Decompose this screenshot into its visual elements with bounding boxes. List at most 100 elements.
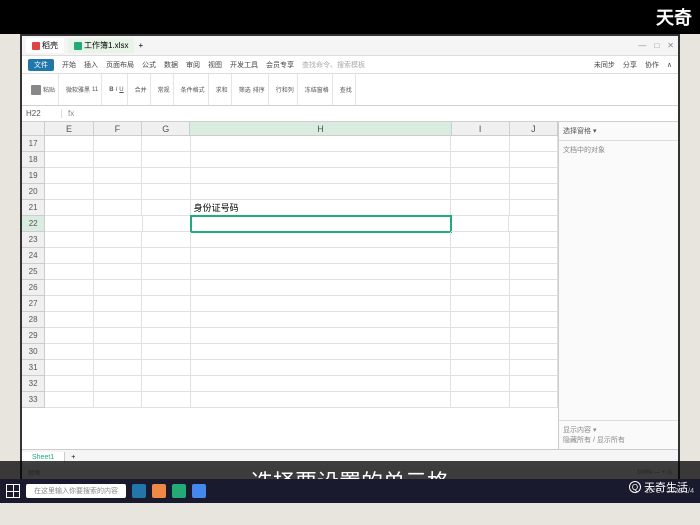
- cell-G33[interactable]: [142, 392, 190, 408]
- cell-H33[interactable]: [191, 392, 452, 408]
- cell-J32[interactable]: [510, 376, 558, 392]
- filter-button[interactable]: 筛选: [239, 85, 251, 94]
- row-header[interactable]: 17: [22, 136, 45, 152]
- cell-E23[interactable]: [45, 232, 93, 248]
- cell-H17[interactable]: [191, 136, 452, 152]
- cell-G17[interactable]: [142, 136, 190, 152]
- cell-F31[interactable]: [94, 360, 142, 376]
- cell-G32[interactable]: [142, 376, 190, 392]
- cell-I25[interactable]: [451, 264, 509, 280]
- font-selector[interactable]: 微软雅黑: [66, 85, 90, 94]
- cell-F27[interactable]: [94, 296, 142, 312]
- cell-F22[interactable]: [94, 216, 143, 232]
- cell-G19[interactable]: [142, 168, 190, 184]
- cell-I27[interactable]: [451, 296, 509, 312]
- cell-I21[interactable]: [451, 200, 509, 216]
- cell-H23[interactable]: [191, 232, 452, 248]
- cell-E29[interactable]: [45, 328, 93, 344]
- cell-H31[interactable]: [191, 360, 452, 376]
- cell-G21[interactable]: [142, 200, 190, 216]
- row-header[interactable]: 26: [22, 280, 45, 296]
- cell-J24[interactable]: [510, 248, 558, 264]
- cell-J28[interactable]: [510, 312, 558, 328]
- cell-J27[interactable]: [510, 296, 558, 312]
- maximize-button[interactable]: □: [654, 41, 659, 50]
- row-header[interactable]: 33: [22, 392, 45, 408]
- menu-view[interactable]: 视图: [208, 60, 222, 70]
- cell-H32[interactable]: [191, 376, 452, 392]
- cell-F23[interactable]: [94, 232, 142, 248]
- sort-button[interactable]: 排序: [253, 85, 265, 94]
- row-header[interactable]: 28: [22, 312, 45, 328]
- cell-F26[interactable]: [94, 280, 142, 296]
- cell-F24[interactable]: [94, 248, 142, 264]
- cell-E32[interactable]: [45, 376, 93, 392]
- col-header-f[interactable]: F: [94, 122, 142, 135]
- row-header[interactable]: 18: [22, 152, 45, 168]
- row-header[interactable]: 31: [22, 360, 45, 376]
- row-header[interactable]: 19: [22, 168, 45, 184]
- cell-F32[interactable]: [94, 376, 142, 392]
- find-button[interactable]: 查找: [340, 85, 352, 94]
- menu-dev[interactable]: 开发工具: [230, 60, 258, 70]
- start-button[interactable]: [6, 484, 20, 498]
- cell-H22[interactable]: [190, 215, 452, 233]
- cell-E33[interactable]: [45, 392, 93, 408]
- cell-G28[interactable]: [142, 312, 190, 328]
- cell-J21[interactable]: [510, 200, 558, 216]
- cell-H29[interactable]: [191, 328, 452, 344]
- rowcol-button[interactable]: 行和列: [276, 85, 294, 94]
- cell-H24[interactable]: [191, 248, 452, 264]
- cell-I28[interactable]: [451, 312, 509, 328]
- paste-button[interactable]: 粘贴: [43, 85, 55, 94]
- cell-G24[interactable]: [142, 248, 190, 264]
- cell-I26[interactable]: [451, 280, 509, 296]
- taskbar-app-icon[interactable]: [172, 484, 186, 498]
- panel-header[interactable]: 选择窗格 ▾: [559, 122, 678, 141]
- cell-F21[interactable]: [94, 200, 142, 216]
- cell-F18[interactable]: [94, 152, 142, 168]
- cell-J26[interactable]: [510, 280, 558, 296]
- cell-E25[interactable]: [45, 264, 93, 280]
- row-header[interactable]: 22: [22, 216, 45, 232]
- row-header[interactable]: 29: [22, 328, 45, 344]
- underline-button[interactable]: U: [119, 87, 123, 93]
- bold-button[interactable]: B: [109, 87, 113, 93]
- row-header[interactable]: 25: [22, 264, 45, 280]
- cell-G22[interactable]: [143, 216, 192, 232]
- panel-display[interactable]: 显示内容 ▾: [563, 425, 674, 435]
- cell-H27[interactable]: [191, 296, 452, 312]
- row-header[interactable]: 23: [22, 232, 45, 248]
- taskbar-app-icon[interactable]: [152, 484, 166, 498]
- cell-G26[interactable]: [142, 280, 190, 296]
- cell-E21[interactable]: [45, 200, 93, 216]
- row-header[interactable]: 24: [22, 248, 45, 264]
- cell-G18[interactable]: [142, 152, 190, 168]
- menu-formula[interactable]: 公式: [142, 60, 156, 70]
- cell-I24[interactable]: [451, 248, 509, 264]
- menu-data[interactable]: 数据: [164, 60, 178, 70]
- cell-H21[interactable]: 身份证号码: [191, 200, 452, 216]
- cell-F17[interactable]: [94, 136, 142, 152]
- cell-H30[interactable]: [191, 344, 452, 360]
- cell-J22[interactable]: [509, 216, 558, 232]
- cell-I33[interactable]: [451, 392, 509, 408]
- row-header[interactable]: 20: [22, 184, 45, 200]
- cell-J20[interactable]: [510, 184, 558, 200]
- cell-E22[interactable]: [45, 216, 94, 232]
- new-tab-button[interactable]: +: [138, 41, 143, 50]
- cell-G29[interactable]: [142, 328, 190, 344]
- taskbar-search[interactable]: 在这里输入你要搜索的内容: [26, 484, 126, 498]
- menu-layout[interactable]: 页面布局: [106, 60, 134, 70]
- format-selector[interactable]: 常规: [158, 85, 170, 94]
- cell-J19[interactable]: [510, 168, 558, 184]
- cell-H26[interactable]: [191, 280, 452, 296]
- close-button[interactable]: ✕: [667, 41, 674, 50]
- spreadsheet-grid[interactable]: E F G H I J 1718192021身份证号码2223242526272…: [22, 122, 558, 449]
- freeze-button[interactable]: 冻结窗格: [305, 85, 329, 94]
- cell-E17[interactable]: [45, 136, 93, 152]
- cell-E28[interactable]: [45, 312, 93, 328]
- panel-toggle-all[interactable]: 隐藏所有 / 显示所有: [563, 435, 674, 445]
- cell-I30[interactable]: [451, 344, 509, 360]
- cell-J29[interactable]: [510, 328, 558, 344]
